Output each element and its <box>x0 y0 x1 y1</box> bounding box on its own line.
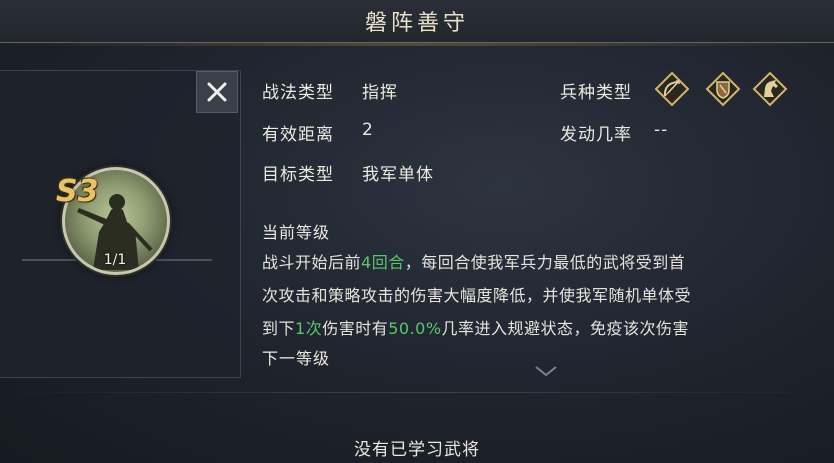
description-text: ，每回合使我军兵力最低的武将受到首 <box>404 253 686 272</box>
description-text: 几率进入规避状态，免疫该次伤害 <box>441 319 690 338</box>
footer-divider <box>0 392 834 393</box>
description-line-1: 战斗开始后前4回合，每回合使我军兵力最低的武将受到首 <box>262 249 822 273</box>
shield-icon <box>705 71 741 107</box>
description-text: 战斗开始后前 <box>262 253 362 272</box>
no-learned-generals-text: 没有已学习武将 <box>354 440 480 460</box>
current-level-label: 当前等级 <box>262 223 331 242</box>
title-bar: 磐阵善守 <box>0 0 834 46</box>
close-button[interactable] <box>196 71 238 113</box>
trigger-rate-label: 发动几率 <box>560 125 632 145</box>
next-level-label: 下一等级 <box>262 349 331 368</box>
description-line-2: 次攻击和策略攻击的伤害大幅度降低，并使我军随机单体受 <box>262 286 692 305</box>
skill-grade: S3 <box>56 174 99 209</box>
range-value: 2 <box>362 120 374 140</box>
times-highlight: 1次 <box>295 319 323 338</box>
target-type-label: 目标类型 <box>262 165 334 185</box>
rate-highlight: 50.0% <box>388 319 442 338</box>
target-type-value: 我军单体 <box>362 165 434 185</box>
archer-icon <box>654 71 690 107</box>
trigger-rate-value: -- <box>654 120 669 140</box>
description-line-3: 到下1次伤害时有50.0%几率进入规避状态，免疫该次伤害 <box>262 315 822 339</box>
skill-title: 磐阵善守 <box>364 11 469 36</box>
chevron-down-icon[interactable] <box>534 365 558 377</box>
range-label: 有效距离 <box>262 125 334 145</box>
tactic-type-label: 战法类型 <box>262 83 334 103</box>
troop-type-label: 兵种类型 <box>560 83 632 103</box>
rounds-highlight: 4回合 <box>361 253 405 272</box>
close-icon <box>207 82 227 102</box>
skill-level-count: 1/1 <box>103 252 127 268</box>
description-text: 伤害时有 <box>322 319 389 338</box>
cavalry-icon <box>752 71 788 107</box>
title-divider <box>0 43 834 46</box>
tactic-type-value: 指挥 <box>362 83 398 103</box>
description-text: 到下 <box>262 319 296 338</box>
